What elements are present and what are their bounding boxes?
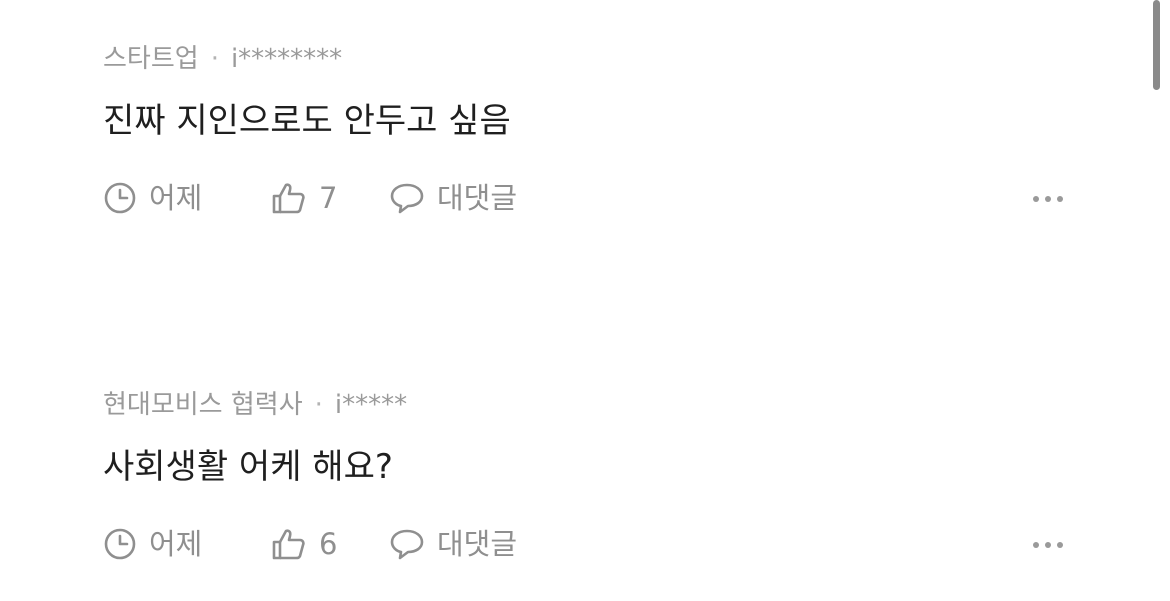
more-options-button[interactable] [1033, 184, 1063, 214]
reply-button[interactable]: 대댓글 [389, 176, 517, 220]
thumbs-up-icon [271, 181, 307, 215]
author-company: 현대모비스 협력사 [103, 390, 303, 420]
author-id: i******** [230, 44, 343, 74]
meta-separator: · [210, 44, 219, 74]
author-id: i***** [334, 390, 408, 420]
comment-meta: 현대모비스 협력사 · i***** [103, 386, 1063, 424]
like-button[interactable]: 7 [271, 176, 389, 220]
clock-icon [103, 527, 137, 561]
speech-bubble-icon [389, 527, 425, 561]
comment-actions: 어제 7 대댓글 [103, 176, 1063, 220]
timestamp-label: 어제 [149, 181, 203, 215]
more-dots-icon [1033, 196, 1039, 202]
like-count: 7 [319, 181, 338, 215]
timestamp: 어제 [103, 176, 271, 220]
comment-text: 진짜 지인으로도 안두고 싶음 [103, 101, 511, 141]
reply-label: 대댓글 [437, 181, 518, 215]
like-button[interactable]: 6 [271, 522, 389, 566]
reply-button[interactable]: 대댓글 [389, 522, 517, 566]
thumbs-up-icon [271, 527, 307, 561]
comment-list: 스타트업 · i******** 진짜 지인으로도 안두고 싶음 어제 7 대댓… [0, 0, 1170, 601]
comment-item: 현대모비스 협력사 · i***** 사회생활 어케 해요? 어제 6 대댓글 [103, 386, 1063, 566]
meta-separator: · [314, 390, 323, 420]
timestamp: 어제 [103, 522, 271, 566]
reply-label: 대댓글 [437, 527, 518, 561]
scrollbar-thumb[interactable] [1153, 0, 1160, 90]
comment-actions: 어제 6 대댓글 [103, 522, 1063, 566]
more-options-button[interactable] [1033, 530, 1063, 560]
author-company: 스타트업 [103, 44, 199, 74]
comment-meta: 스타트업 · i******** [103, 40, 1063, 78]
timestamp-label: 어제 [149, 527, 203, 561]
speech-bubble-icon [389, 181, 425, 215]
like-count: 6 [319, 527, 338, 561]
comment-item: 스타트업 · i******** 진짜 지인으로도 안두고 싶음 어제 7 대댓… [103, 40, 1063, 220]
clock-icon [103, 181, 137, 215]
more-dots-icon [1033, 542, 1039, 548]
comment-text: 사회생활 어케 해요? [103, 447, 393, 487]
